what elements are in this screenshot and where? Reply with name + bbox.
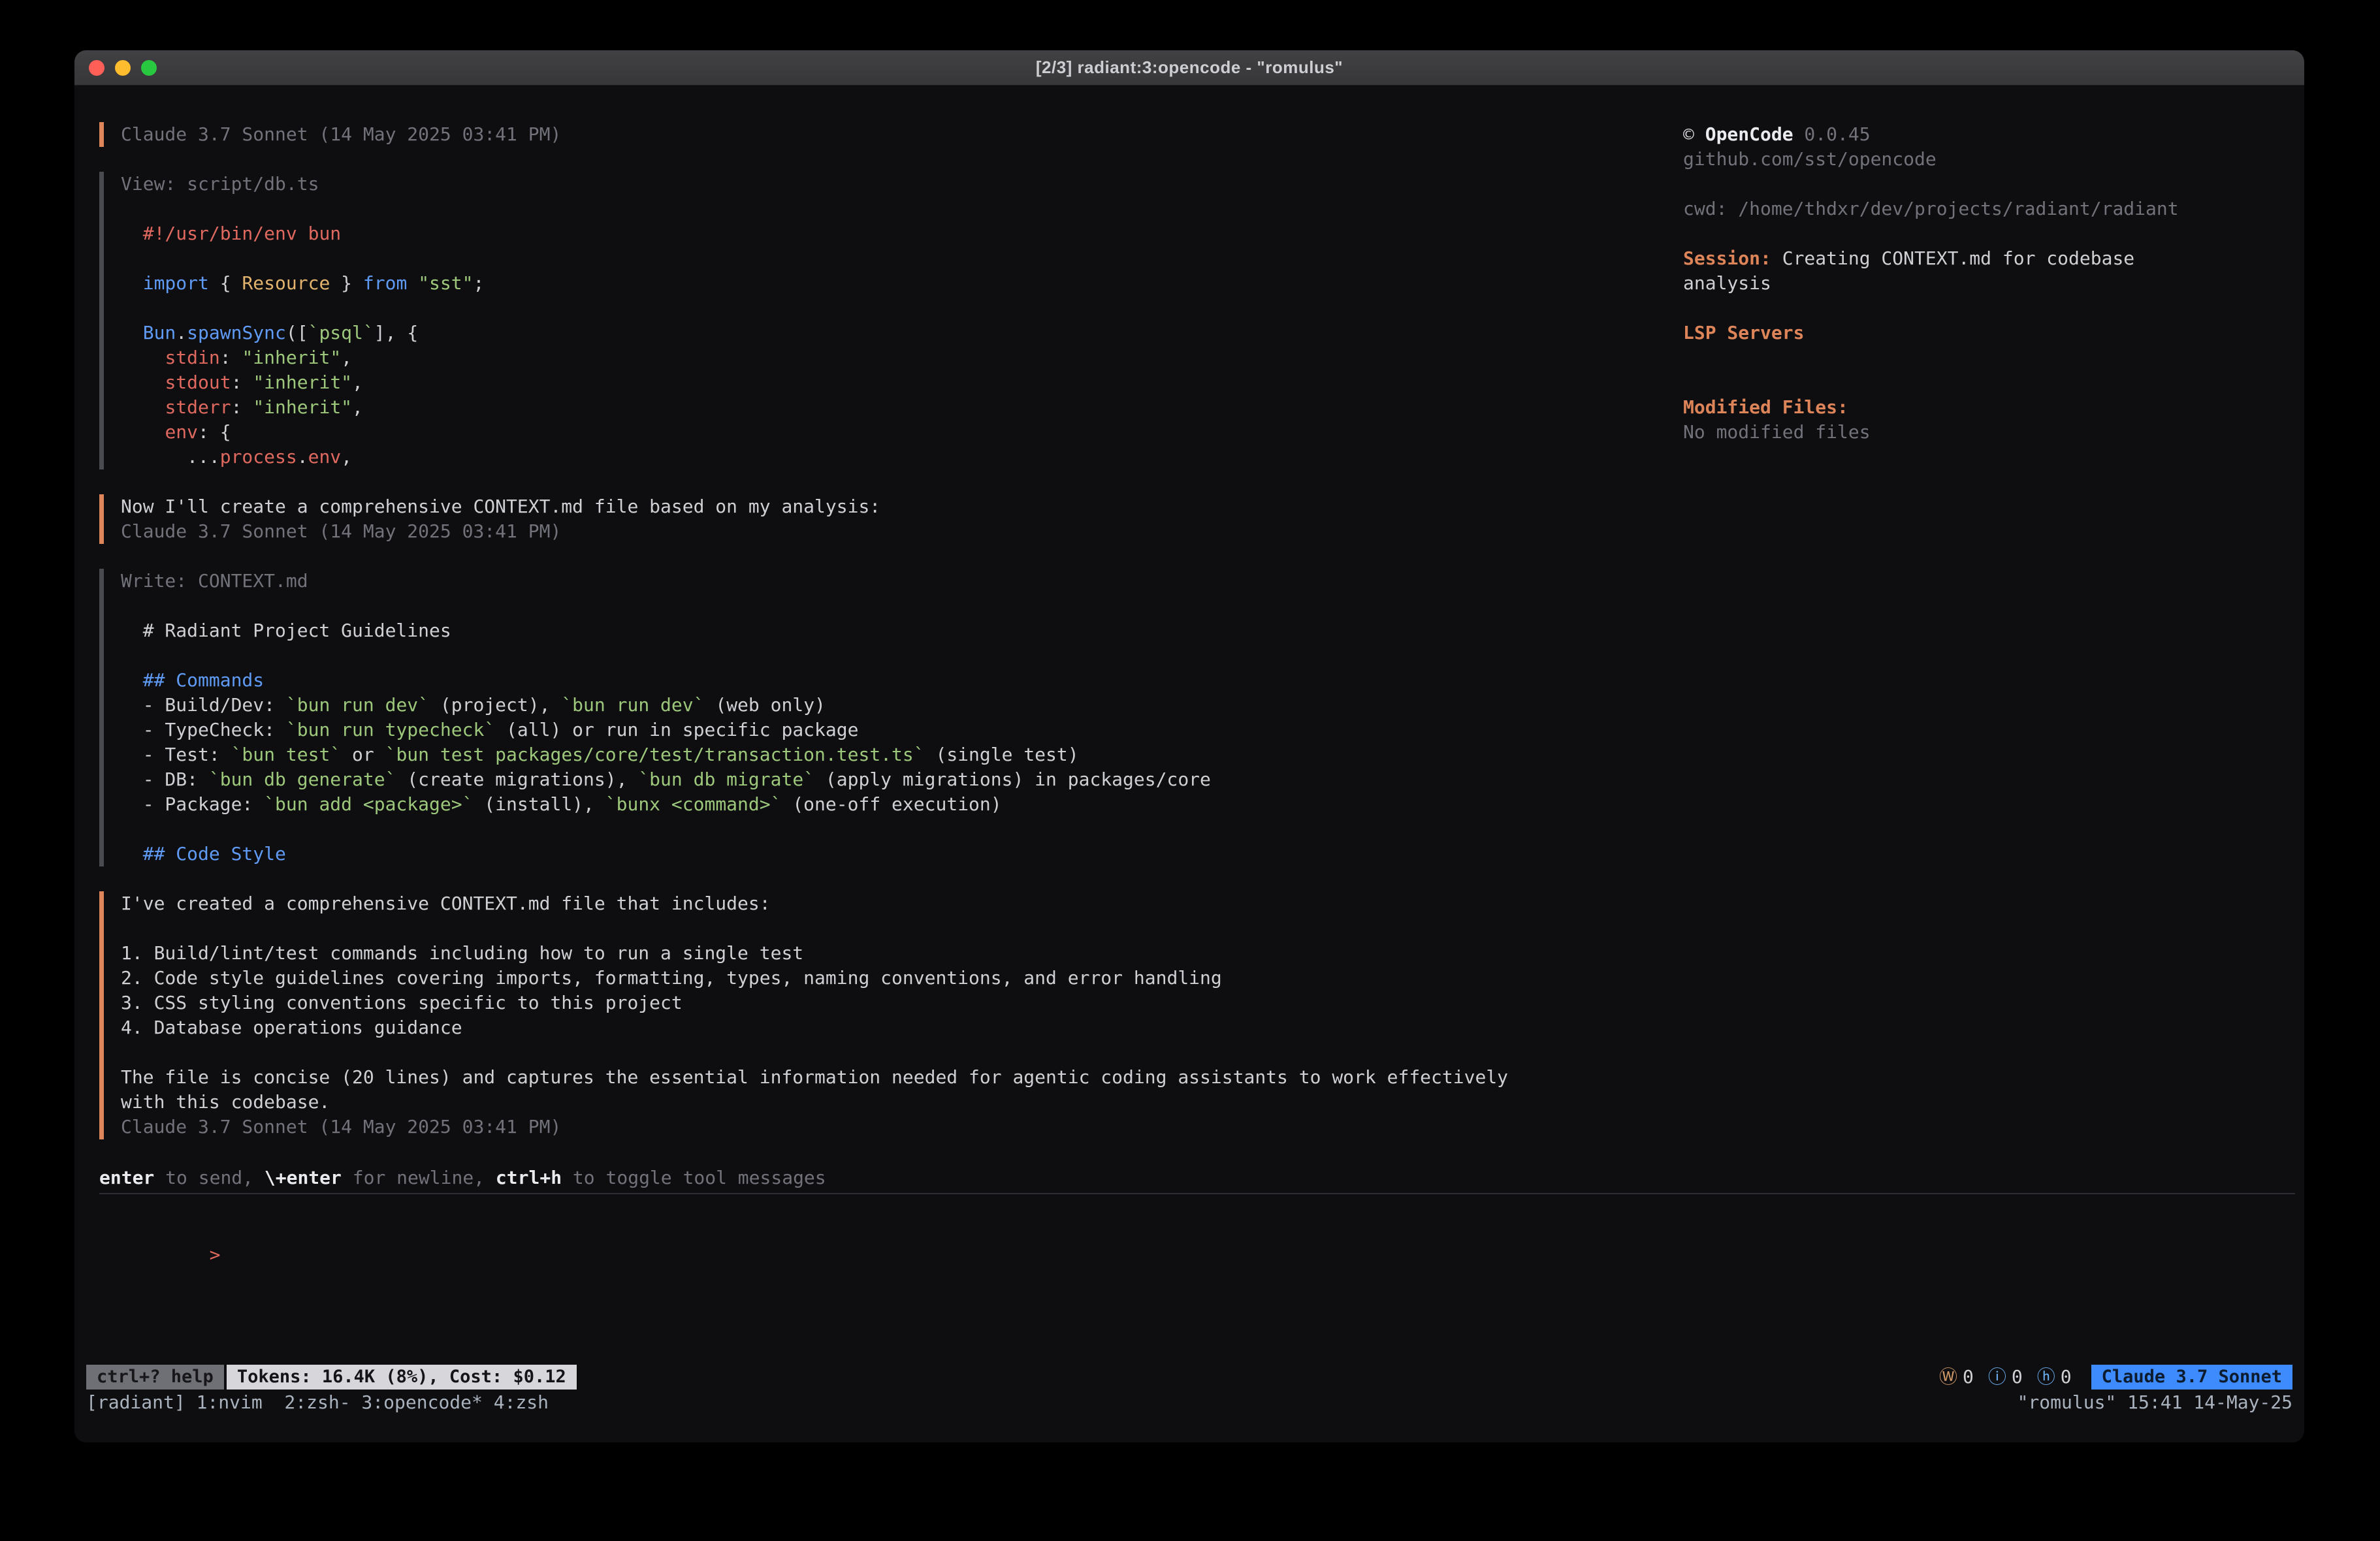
text-line: Now I'll create a comprehensive CONTEXT.… [121, 494, 2295, 519]
text-line: enter to send, \+enter for newline, ctrl… [99, 1166, 2295, 1190]
text-line: Session: Creating CONTEXT.md for codebas… [1683, 246, 2274, 271]
tmux-host-time: "romulus" 15:41 14-May-25 [2018, 1390, 2292, 1415]
text-line: 2. Code style guidelines covering import… [121, 966, 2295, 991]
text-line: Modified Files: [1683, 395, 2274, 420]
tool-call-title: Write: CONTEXT.md [121, 569, 2295, 594]
text-line [1683, 296, 2274, 321]
text-line: analysis [1683, 271, 2274, 296]
text-line: with this codebase. [121, 1090, 2295, 1115]
opencode-tui: Claude 3.7 Sonnet (14 May 2025 03:41 PM)… [74, 86, 2304, 1442]
text-line: No modified files [1683, 420, 2274, 445]
text-line [121, 643, 2295, 668]
warning-icon: Ⓦ [1939, 1365, 1957, 1390]
assistant-message-2: Now I'll create a comprehensive CONTEXT.… [99, 494, 2295, 544]
text-line: - Test: `bun test` or `bun test packages… [121, 742, 2295, 767]
text-line: LSP Servers [1683, 321, 2274, 345]
text-line: The file is concise (20 lines) and captu… [121, 1065, 2295, 1090]
zoom-button[interactable] [141, 60, 157, 76]
prompt-input[interactable]: > [99, 1218, 2295, 1292]
hint-count: 0 [2061, 1365, 2072, 1390]
diagnostic-info: ⓘ 0 [1988, 1365, 2023, 1390]
text-line: 1. Build/lint/test commands including ho… [121, 941, 2295, 966]
text-line: - Package: `bun add <package>` (install)… [121, 792, 2295, 817]
text-line: ## Code Style [121, 842, 2295, 866]
chat-log[interactable]: Claude 3.7 Sonnet (14 May 2025 03:41 PM)… [74, 86, 2304, 1364]
text-line: 3. CSS styling conventions specific to t… [121, 991, 2295, 1015]
text-line: Claude 3.7 Sonnet (14 May 2025 03:41 PM) [121, 1115, 2295, 1139]
text-line: - DB: `bun db generate` (create migratio… [121, 767, 2295, 792]
diagnostics: Ⓦ 0 ⓘ 0 ⓗ 0 [1939, 1365, 2072, 1390]
model-badge: Claude 3.7 Sonnet [2091, 1365, 2292, 1390]
tool-call-markdown: # Radiant Project Guidelines ## Commands… [121, 618, 2295, 866]
status-bar: ctrl+? help Tokens: 16.4K (8%), Cost: $0… [74, 1364, 2304, 1390]
text-line [1683, 345, 2274, 370]
text-line: cwd: /home/thdxr/dev/projects/radiant/ra… [1683, 197, 2274, 221]
diagnostic-hint: ⓗ 0 [2037, 1365, 2072, 1390]
text-line: Claude 3.7 Sonnet (14 May 2025 03:41 PM) [121, 519, 2295, 544]
keybind-hints: enter to send, \+enter for newline, ctrl… [99, 1166, 2295, 1190]
text-line [1683, 370, 2274, 395]
text-line: github.com/sst/opencode [1683, 147, 2274, 172]
text-line [1683, 172, 2274, 197]
assistant-message-3: I've created a comprehensive CONTEXT.md … [99, 891, 2295, 1139]
tmux-session-windows: [radiant] 1:nvim 2:zsh- 3:opencode* 4:zs… [86, 1390, 549, 1415]
text-line: # Radiant Project Guidelines [121, 618, 2295, 643]
sidebar: © OpenCode 0.0.45github.com/sst/opencode… [1683, 122, 2274, 445]
status-right-group: Ⓦ 0 ⓘ 0 ⓗ 0 Claude 3.7 Sonnet [1939, 1365, 2292, 1390]
warning-count: 0 [1963, 1365, 1974, 1390]
hint-icon: ⓗ [2037, 1365, 2055, 1390]
window-title: [2/3] radiant:3:opencode - "romulus" [1036, 57, 1343, 78]
text-line: ## Commands [121, 668, 2295, 693]
text-line: - TypeCheck: `bun run typecheck` (all) o… [121, 718, 2295, 742]
text-line: ...process.env, [121, 445, 2295, 469]
window-titlebar: [2/3] radiant:3:opencode - "romulus" [74, 50, 2304, 86]
text-line: © OpenCode 0.0.45 [1683, 122, 2274, 147]
tokens-cost-status: Tokens: 16.4K (8%), Cost: $0.12 [227, 1365, 577, 1390]
tool-call-write-context-md: Write: CONTEXT.md # Radiant Project Guid… [99, 569, 2295, 866]
desktop: { "window": { "title": "[2/3] radiant:3:… [0, 0, 2380, 1541]
text-line [121, 817, 2295, 842]
traffic-lights [89, 50, 157, 85]
close-button[interactable] [89, 60, 105, 76]
diagnostic-warning: Ⓦ 0 [1939, 1365, 1974, 1390]
minimize-button[interactable] [115, 60, 131, 76]
text-line: I've created a comprehensive CONTEXT.md … [121, 891, 2295, 916]
text-line: 4. Database operations guidance [121, 1015, 2295, 1040]
tmux-status-bar: [radiant] 1:nvim 2:zsh- 3:opencode* 4:zs… [74, 1390, 2304, 1415]
help-keybind-chip: ctrl+? help [86, 1365, 224, 1390]
terminal-window: [2/3] radiant:3:opencode - "romulus" Cla… [74, 50, 2304, 1442]
text-line [1683, 221, 2274, 246]
info-icon: ⓘ [1988, 1365, 2006, 1390]
info-count: 0 [2012, 1365, 2023, 1390]
text-line: - Build/Dev: `bun run dev` (project), `b… [121, 693, 2295, 718]
text-line [121, 1040, 2295, 1065]
input-divider [99, 1193, 2295, 1194]
text-line [121, 916, 2295, 941]
prompt-symbol: > [210, 1244, 221, 1265]
